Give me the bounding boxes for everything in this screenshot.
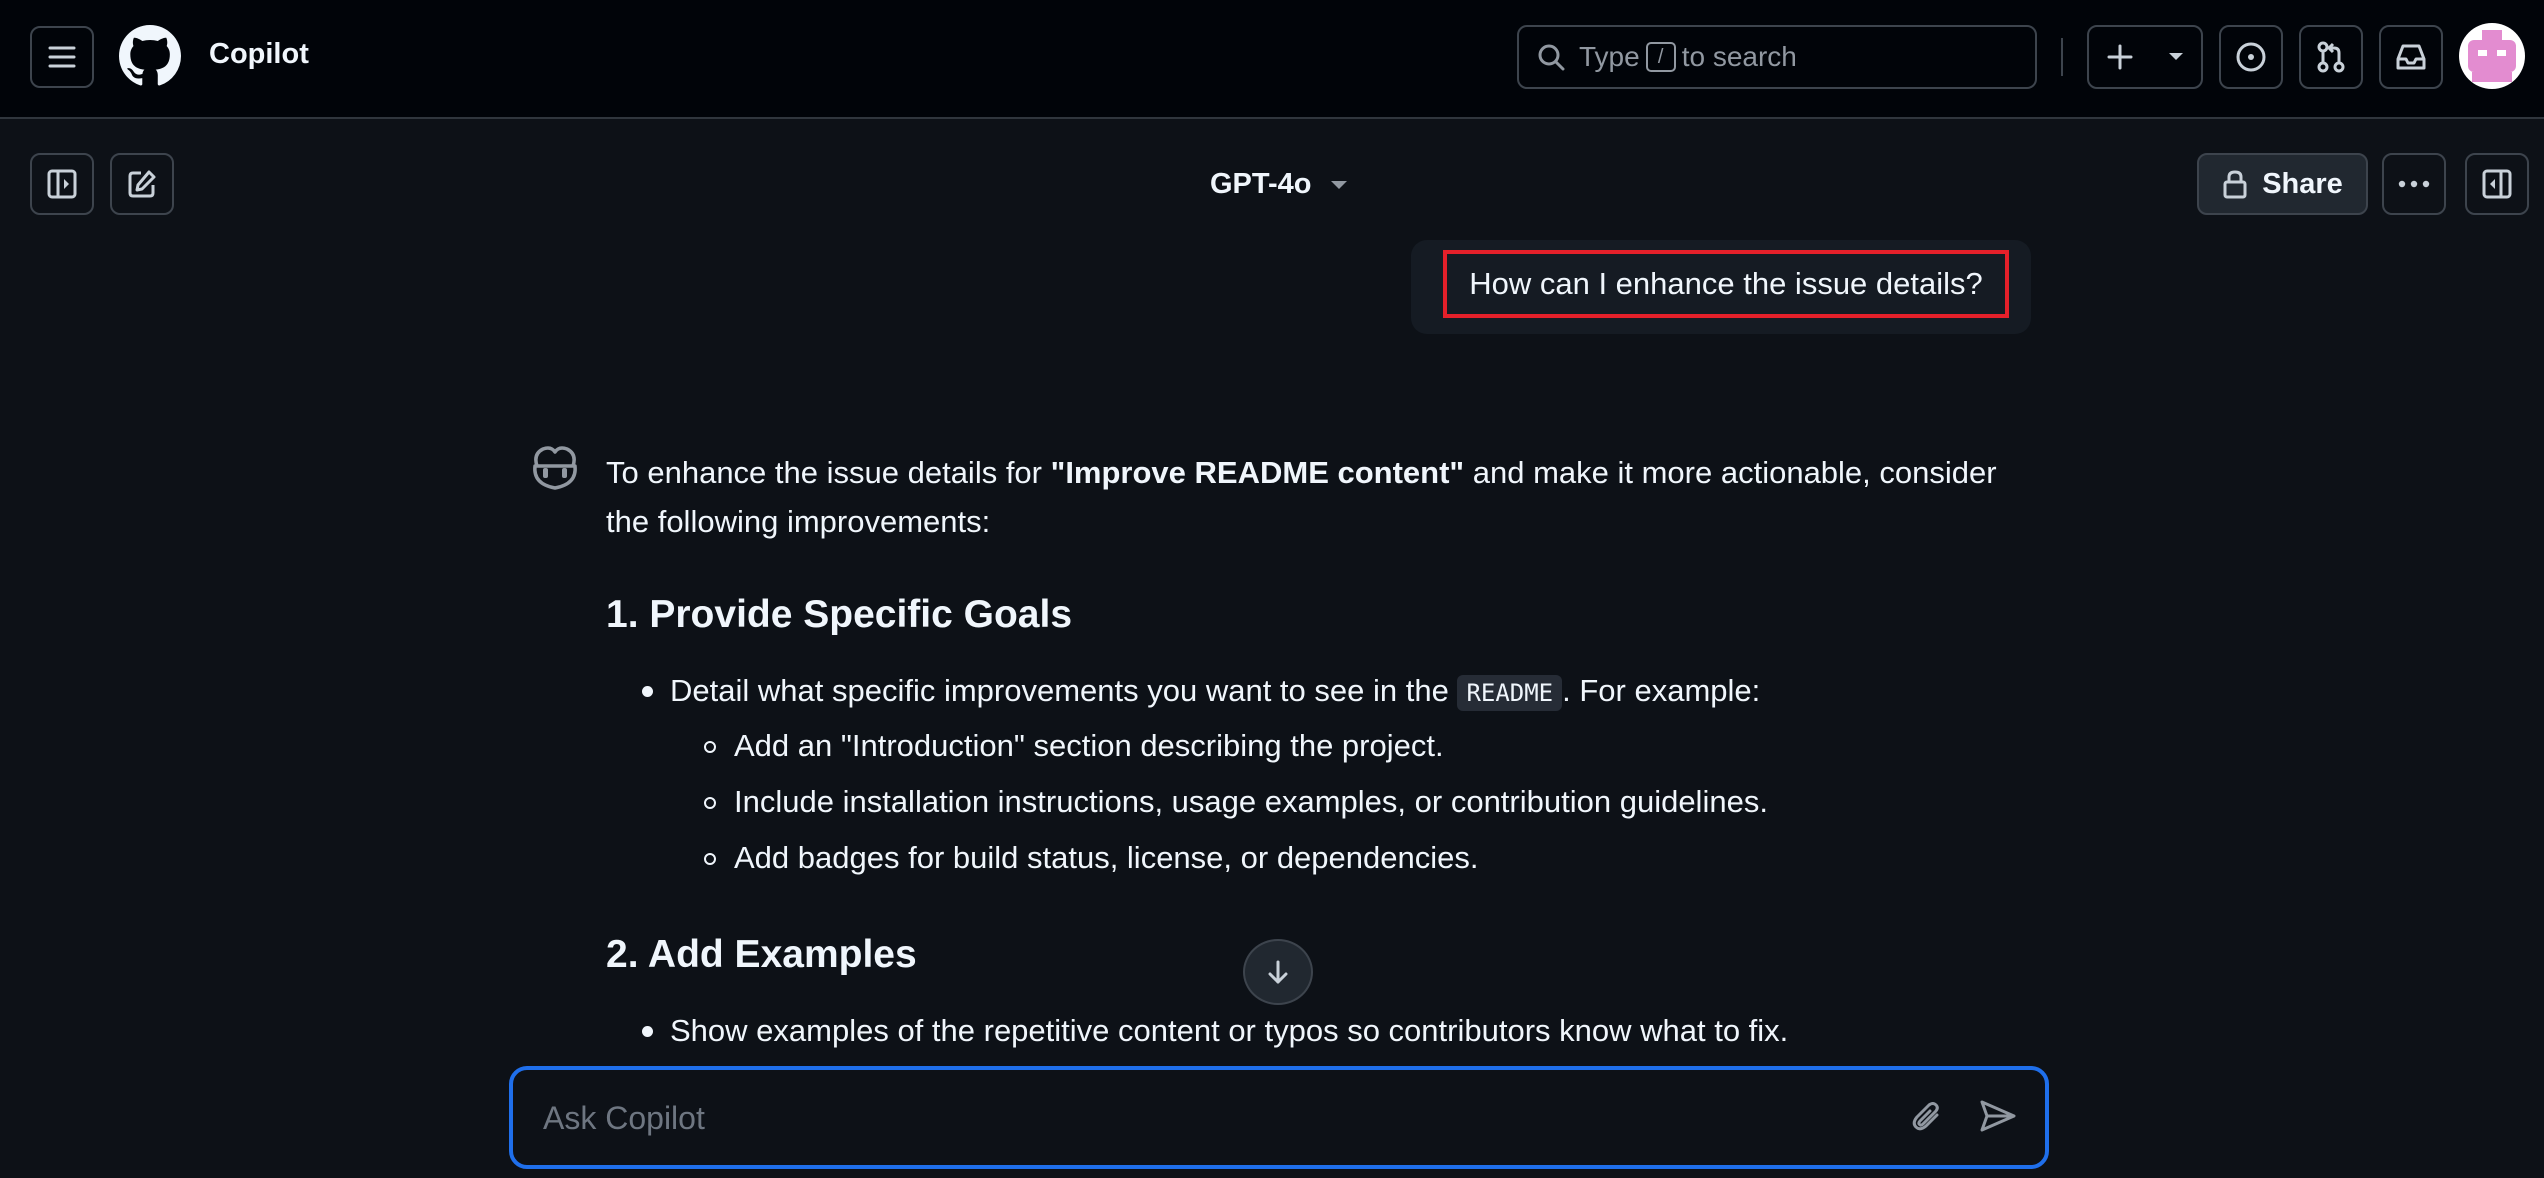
open-sidebar-button[interactable] bbox=[30, 153, 94, 215]
sidebar-collapse-icon bbox=[2482, 169, 2512, 199]
pull-request-icon bbox=[2316, 41, 2346, 73]
share-button[interactable]: Share bbox=[2197, 153, 2368, 215]
lock-icon bbox=[2222, 169, 2248, 199]
sub-list: Add an "Introduction" section describing… bbox=[670, 718, 2026, 886]
bullet-text-continued: . For example: bbox=[1562, 673, 1761, 708]
section-heading: 1. Provide Specific Goals bbox=[606, 593, 1073, 636]
user-message: How can I enhance the issue details? bbox=[1443, 250, 2009, 318]
search-icon bbox=[1537, 43, 1565, 71]
global-header: Copilot Type / to search bbox=[0, 0, 2544, 119]
model-name: GPT-4o bbox=[1210, 168, 1312, 200]
issue-opened-icon bbox=[2235, 41, 2267, 73]
toggle-right-panel-button[interactable] bbox=[2465, 153, 2529, 215]
menu-button[interactable] bbox=[30, 26, 94, 88]
search-key-hint: / bbox=[1645, 42, 1676, 72]
arrow-down-icon bbox=[1266, 959, 1290, 985]
bullet-text: Detail what specific improvements you wa… bbox=[670, 673, 1458, 708]
model-selector[interactable]: GPT-4o bbox=[1210, 168, 1348, 201]
bullet-list: Detail what specific improvements you wa… bbox=[606, 666, 2026, 886]
hamburger-icon bbox=[47, 44, 77, 70]
composer bbox=[509, 1066, 2049, 1169]
share-label: Share bbox=[2262, 167, 2343, 200]
new-conversation-button[interactable] bbox=[110, 153, 174, 215]
search-suffix: to search bbox=[1681, 41, 1797, 72]
list-item: Show examples of the repetitive content … bbox=[606, 1006, 2026, 1055]
search-input[interactable]: Type / to search bbox=[1517, 25, 2037, 89]
copilot-answer: To enhance the issue details for "Improv… bbox=[606, 448, 2026, 1055]
chevron-down-icon bbox=[2168, 52, 2184, 62]
sidebar-expand-icon bbox=[47, 169, 77, 199]
paper-airplane-icon[interactable] bbox=[1979, 1098, 2017, 1134]
pull-requests-button[interactable] bbox=[2299, 25, 2363, 89]
header-divider bbox=[2061, 38, 2063, 76]
avatar[interactable] bbox=[2459, 23, 2525, 89]
kebab-horizontal-icon bbox=[2398, 180, 2430, 188]
search-prefix: Type bbox=[1579, 41, 1640, 72]
section-heading: 2. Add Examples bbox=[606, 933, 917, 976]
create-new-button[interactable] bbox=[2087, 25, 2203, 89]
paperclip-icon[interactable] bbox=[1910, 1100, 1944, 1134]
triangle-down-icon bbox=[1330, 180, 1348, 190]
sub-list-item: Add an "Introduction" section describing… bbox=[670, 718, 2026, 774]
scroll-to-bottom-button[interactable] bbox=[1243, 939, 1313, 1005]
github-logo[interactable] bbox=[119, 25, 181, 87]
bullet-list: Show examples of the repetitive content … bbox=[606, 1006, 2026, 1055]
inbox-icon bbox=[2395, 43, 2427, 71]
list-item: Detail what specific improvements you wa… bbox=[606, 666, 2026, 886]
app-title[interactable]: Copilot bbox=[209, 38, 309, 71]
copilot-icon bbox=[529, 444, 581, 492]
new-chat-icon bbox=[127, 169, 157, 199]
ask-copilot-input[interactable] bbox=[543, 1088, 1843, 1148]
answer-intro: To enhance the issue details for "Improv… bbox=[606, 448, 2026, 546]
inline-code: README bbox=[1457, 675, 1563, 711]
sub-list-item: Include installation instructions, usage… bbox=[670, 774, 2026, 830]
issue-title-bold: "Improve README content" bbox=[1050, 455, 1465, 490]
sub-list-item: Add badges for build status, license, or… bbox=[670, 830, 2026, 886]
inbox-button[interactable] bbox=[2379, 25, 2443, 89]
intro-text: To enhance the issue details for bbox=[606, 455, 1051, 490]
more-options-button[interactable] bbox=[2382, 153, 2446, 215]
plus-icon bbox=[2106, 43, 2134, 71]
issues-button[interactable] bbox=[2219, 25, 2283, 89]
